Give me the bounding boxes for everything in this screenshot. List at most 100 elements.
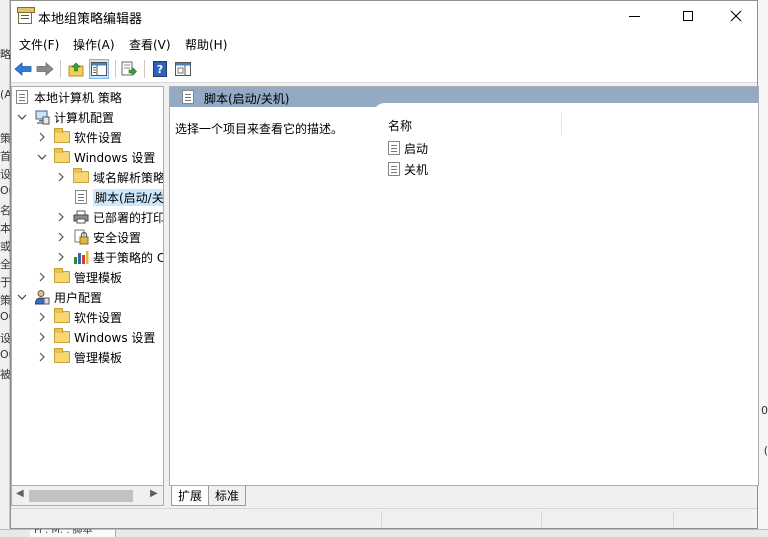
maximize-button[interactable] [665, 1, 711, 31]
tree-item-security-settings[interactable]: 安全设置 [55, 227, 141, 247]
folder-up-icon [68, 62, 84, 77]
tree-item-label: 软件设置 [74, 130, 123, 145]
bg-char: 略 [0, 48, 10, 61]
bg-char: 全 [0, 258, 10, 271]
bg-char: 名 [0, 204, 10, 217]
action-pane-icon [175, 62, 191, 76]
background-window-right-edge: 0 ( [758, 0, 768, 537]
bg-char: ( [763, 444, 768, 457]
column-divider[interactable] [561, 113, 562, 135]
menu-action[interactable]: 操作(A) [73, 36, 115, 53]
export-list-button[interactable] [119, 59, 139, 79]
minimize-icon [628, 15, 640, 17]
chevron-right-icon[interactable] [36, 331, 48, 343]
forward-button[interactable] [35, 59, 55, 79]
tree-item-admin-templates[interactable]: 管理模板 [36, 267, 122, 287]
chevron-right-icon[interactable] [55, 211, 67, 223]
back-button[interactable] [13, 59, 33, 79]
tree-item-label: 管理模板 [74, 350, 123, 365]
svg-text:?: ? [157, 63, 163, 76]
menu-help[interactable]: 帮助(H) [185, 36, 227, 53]
folder-icon [73, 168, 89, 185]
close-button[interactable] [713, 1, 759, 31]
console-tree: 本地计算机 策略 计算机配置 软件设置 Windows 设置 域名解析策略 脚本… [11, 86, 164, 486]
column-header-name[interactable]: 名称 [388, 117, 412, 134]
tree-item-deployed-printers[interactable]: 已部署的打印 [55, 207, 163, 227]
status-pane [541, 511, 673, 527]
security-lock-icon [73, 229, 89, 245]
tree-item-software-settings[interactable]: 软件设置 [36, 127, 122, 147]
status-pane [381, 511, 541, 527]
tree-item-user-admin-templates[interactable]: 管理模板 [36, 347, 122, 367]
gpedit-window: 本地组策略编辑器 文件(F) 操作(A) 查看(V) 帮助(H) ? 本地计算机… [10, 0, 759, 529]
main-content: 本地计算机 策略 计算机配置 软件设置 Windows 设置 域名解析策略 脚本… [11, 86, 759, 528]
toolbar-separator [144, 60, 145, 78]
background-window-bottom-edge: Fi . M. . 脚本 [0, 526, 768, 537]
chevron-down-icon[interactable] [16, 291, 28, 303]
folder-icon [54, 148, 70, 165]
show-hide-action-pane-button[interactable] [173, 59, 193, 79]
bg-char: 本 [0, 222, 10, 235]
tree-item-label: 管理模板 [74, 270, 123, 285]
export-list-icon [121, 61, 137, 76]
scrollbar-thumb[interactable] [29, 490, 133, 502]
chevron-right-icon[interactable] [55, 251, 67, 263]
tree-item-label: Windows 设置 [74, 150, 156, 165]
chevron-down-icon[interactable] [36, 151, 48, 163]
bg-char: 于 [0, 276, 10, 289]
bg-char: 0 [761, 404, 768, 417]
close-icon [730, 10, 742, 22]
details-pane: 脚本(启动/关机) 选择一个项目来查看它的描述。 名称 启动 关机 [169, 86, 759, 486]
menu-file[interactable]: 文件(F) [19, 36, 59, 53]
list-item-shutdown[interactable]: 关机 [388, 160, 428, 178]
tree-item-label: 计算机配置 [54, 110, 115, 125]
tree-item-user-software-settings[interactable]: 软件设置 [36, 307, 122, 327]
bg-char: 策 [0, 132, 10, 145]
script-icon [73, 189, 89, 205]
status-pane [673, 511, 757, 527]
folder-icon [54, 128, 70, 145]
chevron-right-icon[interactable] [55, 171, 67, 183]
up-one-level-button[interactable] [66, 59, 86, 79]
chevron-right-icon[interactable] [36, 271, 48, 283]
description-text: 选择一个项目来查看它的描述。 [175, 122, 344, 136]
tree-item-label: Windows 设置 [74, 330, 156, 345]
chevron-right-icon[interactable] [36, 351, 48, 363]
tree-item-user-windows-settings[interactable]: Windows 设置 [36, 327, 155, 347]
minimize-button[interactable] [611, 1, 657, 31]
tree-item-user-config[interactable]: 用户配置 [16, 287, 102, 307]
tab-standard[interactable]: 标准 [209, 486, 247, 506]
scroll-left-icon[interactable]: ◀ [16, 488, 24, 499]
chevron-right-icon[interactable] [36, 131, 48, 143]
list-item-startup[interactable]: 启动 [388, 139, 428, 157]
toolbar-separator [60, 60, 61, 78]
scroll-right-icon[interactable]: ▶ [150, 488, 158, 499]
show-hide-console-tree-button[interactable] [89, 59, 109, 79]
folder-icon [54, 328, 70, 345]
toolbar: ? [11, 55, 757, 83]
title-bar[interactable]: 本地组策略编辑器 [11, 1, 757, 31]
help-book-icon: ? [153, 61, 167, 77]
chevron-down-icon[interactable] [16, 111, 28, 123]
tab-extended[interactable]: 扩展 [171, 486, 210, 506]
list-item-label: 关机 [404, 162, 429, 177]
tree-item-scripts[interactable]: 脚本(启动/关 [55, 187, 163, 207]
tree-item-local-computer-policy[interactable]: 本地计算机 策略 [14, 87, 122, 107]
menu-bar: 文件(F) 操作(A) 查看(V) 帮助(H) [11, 31, 757, 55]
bg-char: Ou [0, 184, 10, 197]
user-icon [34, 289, 50, 305]
chevron-right-icon[interactable] [36, 311, 48, 323]
tree-item-windows-settings[interactable]: Windows 设置 [36, 147, 155, 167]
tree-item-label: 用户配置 [54, 290, 103, 305]
back-arrow-icon [14, 62, 32, 76]
tree-item-computer-config[interactable]: 计算机配置 [16, 107, 114, 127]
menu-view[interactable]: 查看(V) [129, 36, 171, 53]
tree-item-label: 安全设置 [93, 230, 142, 245]
tree-item-label: 软件设置 [74, 310, 123, 325]
tree-item-name-resolution-policy[interactable]: 域名解析策略 [55, 167, 163, 187]
chevron-right-icon[interactable] [55, 231, 67, 243]
help-button[interactable]: ? [150, 59, 170, 79]
tree-item-policy-based-qos[interactable]: 基于策略的 C [55, 247, 163, 267]
tree-horizontal-scrollbar[interactable]: ◀ ▶ [11, 486, 164, 506]
